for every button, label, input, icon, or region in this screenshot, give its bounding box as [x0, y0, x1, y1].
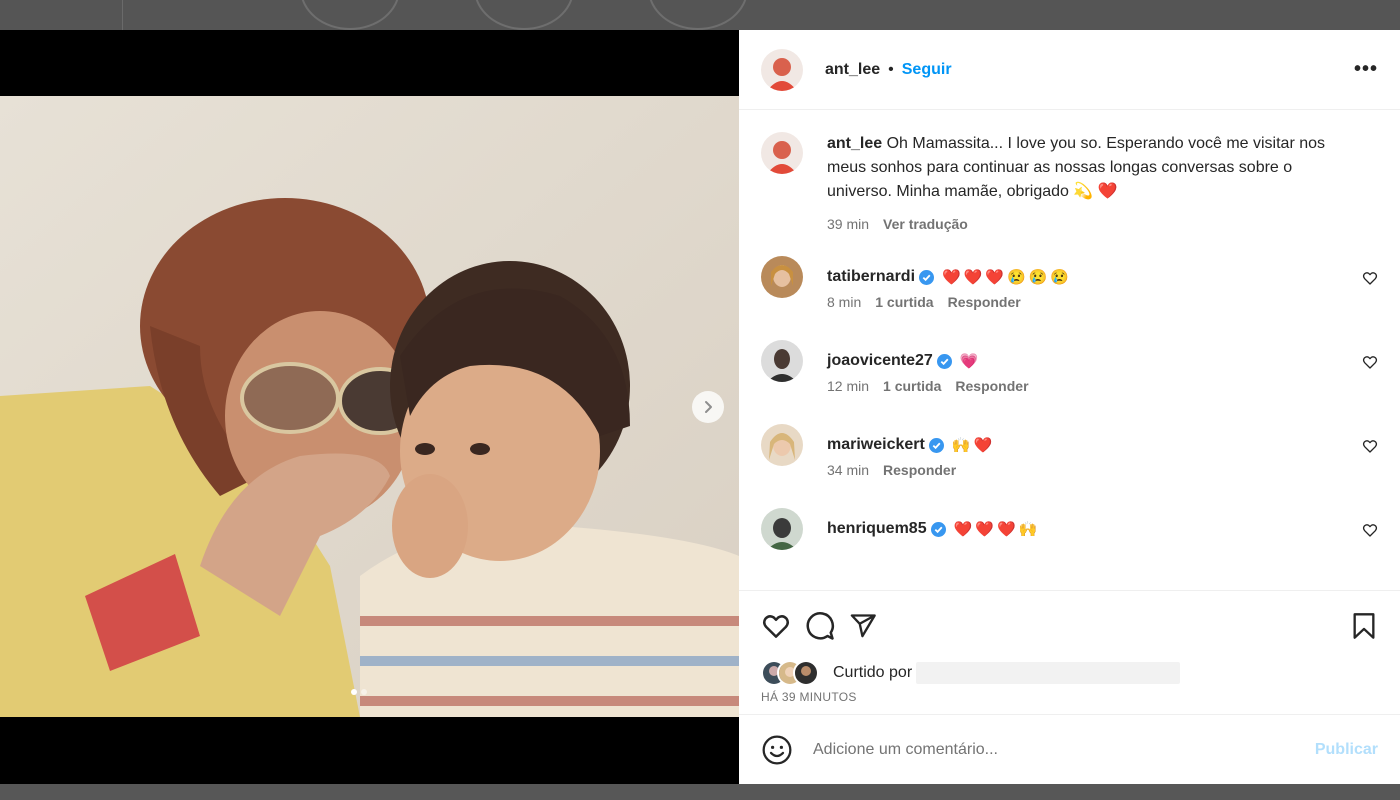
commenter-avatar[interactable] [761, 340, 803, 382]
comment-meta: 12 min 1 curtida Responder [827, 378, 1029, 394]
next-media-button[interactable] [692, 391, 724, 423]
post-timestamp[interactable]: HÁ 39 MINUTOS [739, 686, 1400, 710]
comment-composer: Publicar [739, 714, 1400, 784]
comment-item: tatibernardi ❤️❤️❤️😢😢😢 8 min 1 curtida R… [761, 256, 1378, 310]
comment-body: tatibernardi ❤️❤️❤️😢😢😢 8 min 1 curtida R… [827, 268, 1072, 310]
comment-input[interactable] [813, 740, 1315, 759]
comment-like-icon[interactable] [1362, 438, 1378, 454]
comment-username[interactable]: joaovicente27 [827, 352, 933, 370]
verified-badge-icon [928, 437, 944, 453]
comment-icon[interactable] [805, 611, 835, 641]
share-icon[interactable] [849, 612, 877, 640]
comment-meta: 34 min Responder [827, 462, 995, 478]
comment-username[interactable]: henriquem85 [827, 520, 927, 538]
caption-username[interactable]: ant_lee [827, 135, 882, 152]
chevron-right-icon [705, 401, 712, 413]
post-modal: ant_lee • Seguir ••• ant_lee Oh Mamassit… [0, 30, 1400, 784]
reply-button[interactable]: Responder [955, 378, 1028, 394]
caption-text: Oh Mamassita... I love you so. Esperando… [827, 135, 1326, 200]
comment-text: ❤️❤️❤️🙌 [953, 521, 1041, 538]
liker-avatars[interactable] [761, 660, 819, 686]
bookmark-icon[interactable] [1350, 612, 1378, 640]
caption-time[interactable]: 39 min [827, 212, 869, 236]
author-username[interactable]: ant_lee [825, 61, 880, 79]
comment-like-icon[interactable] [1362, 354, 1378, 370]
background-page [0, 784, 1400, 800]
comment-text: 🙌❤️ [951, 437, 996, 454]
carousel-indicator [351, 689, 367, 695]
comment-item: joaovicente27 💗 12 min 1 curtida Respond… [761, 340, 1378, 394]
carousel-dot [351, 689, 357, 695]
translate-button[interactable]: Ver tradução [883, 212, 968, 236]
caption-body: ant_lee Oh Mamassita... I love you so. E… [827, 132, 1347, 236]
reply-button[interactable]: Responder [883, 462, 956, 478]
background-divider [122, 0, 123, 30]
post-media [0, 30, 739, 784]
verified-badge-icon [919, 269, 935, 285]
comment-text: 💗 [959, 353, 982, 370]
commenter-avatar[interactable] [761, 508, 803, 550]
comment-item: mariweickert 🙌❤️ 34 min Responder [761, 424, 1378, 478]
comment-like-icon[interactable] [1362, 522, 1378, 538]
comment-body: mariweickert 🙌❤️ 34 min Responder [827, 436, 995, 478]
post-photo[interactable] [0, 96, 739, 717]
emoji-icon[interactable] [761, 734, 793, 766]
carousel-dot [361, 689, 367, 695]
liked-by-redacted[interactable] [916, 662, 1181, 684]
comment-text: ❤️❤️❤️😢😢😢 [942, 269, 1073, 286]
comment-likes[interactable]: 1 curtida [883, 378, 941, 394]
commenter-avatar[interactable] [761, 256, 803, 298]
comment-meta: 8 min 1 curtida Responder [827, 294, 1072, 310]
post-header: ant_lee • Seguir ••• [739, 30, 1400, 110]
likes-summary: Curtido por [739, 660, 1400, 686]
more-options-button[interactable]: ••• [1354, 58, 1378, 81]
comment-time[interactable]: 34 min [827, 462, 869, 478]
comment-time[interactable]: 8 min [827, 294, 861, 310]
caption-meta: 39 min Ver tradução [827, 212, 1347, 236]
author-avatar[interactable] [761, 132, 803, 174]
comment-like-icon[interactable] [1362, 270, 1378, 286]
comment-body: henriquem85 ❤️❤️❤️🙌 [827, 520, 1040, 538]
post-actions [739, 590, 1400, 660]
comment-username[interactable]: mariweickert [827, 436, 925, 454]
verified-badge-icon [930, 521, 946, 537]
author-avatar[interactable] [761, 48, 803, 91]
comments-list[interactable]: ant_lee Oh Mamassita... I love you so. E… [739, 110, 1400, 590]
heart-icon[interactable] [761, 611, 791, 641]
reply-button[interactable]: Responder [948, 294, 1021, 310]
header-separator: • [888, 60, 894, 78]
liker-avatar [793, 660, 819, 686]
commenter-avatar[interactable] [761, 424, 803, 466]
liked-by-label: Curtido por [833, 664, 913, 681]
publish-button[interactable]: Publicar [1315, 741, 1378, 759]
comment-username[interactable]: tatibernardi [827, 268, 915, 286]
verified-badge-icon [936, 353, 952, 369]
post-sidebar: ant_lee • Seguir ••• ant_lee Oh Mamassit… [739, 30, 1400, 784]
comment-body: joaovicente27 💗 12 min 1 curtida Respond… [827, 352, 1029, 394]
comment-item: henriquem85 ❤️❤️❤️🙌 [761, 508, 1378, 550]
follow-button[interactable]: Seguir [902, 61, 952, 79]
caption: ant_lee Oh Mamassita... I love you so. E… [761, 132, 1378, 236]
comment-time[interactable]: 12 min [827, 378, 869, 394]
comment-likes[interactable]: 1 curtida [875, 294, 933, 310]
